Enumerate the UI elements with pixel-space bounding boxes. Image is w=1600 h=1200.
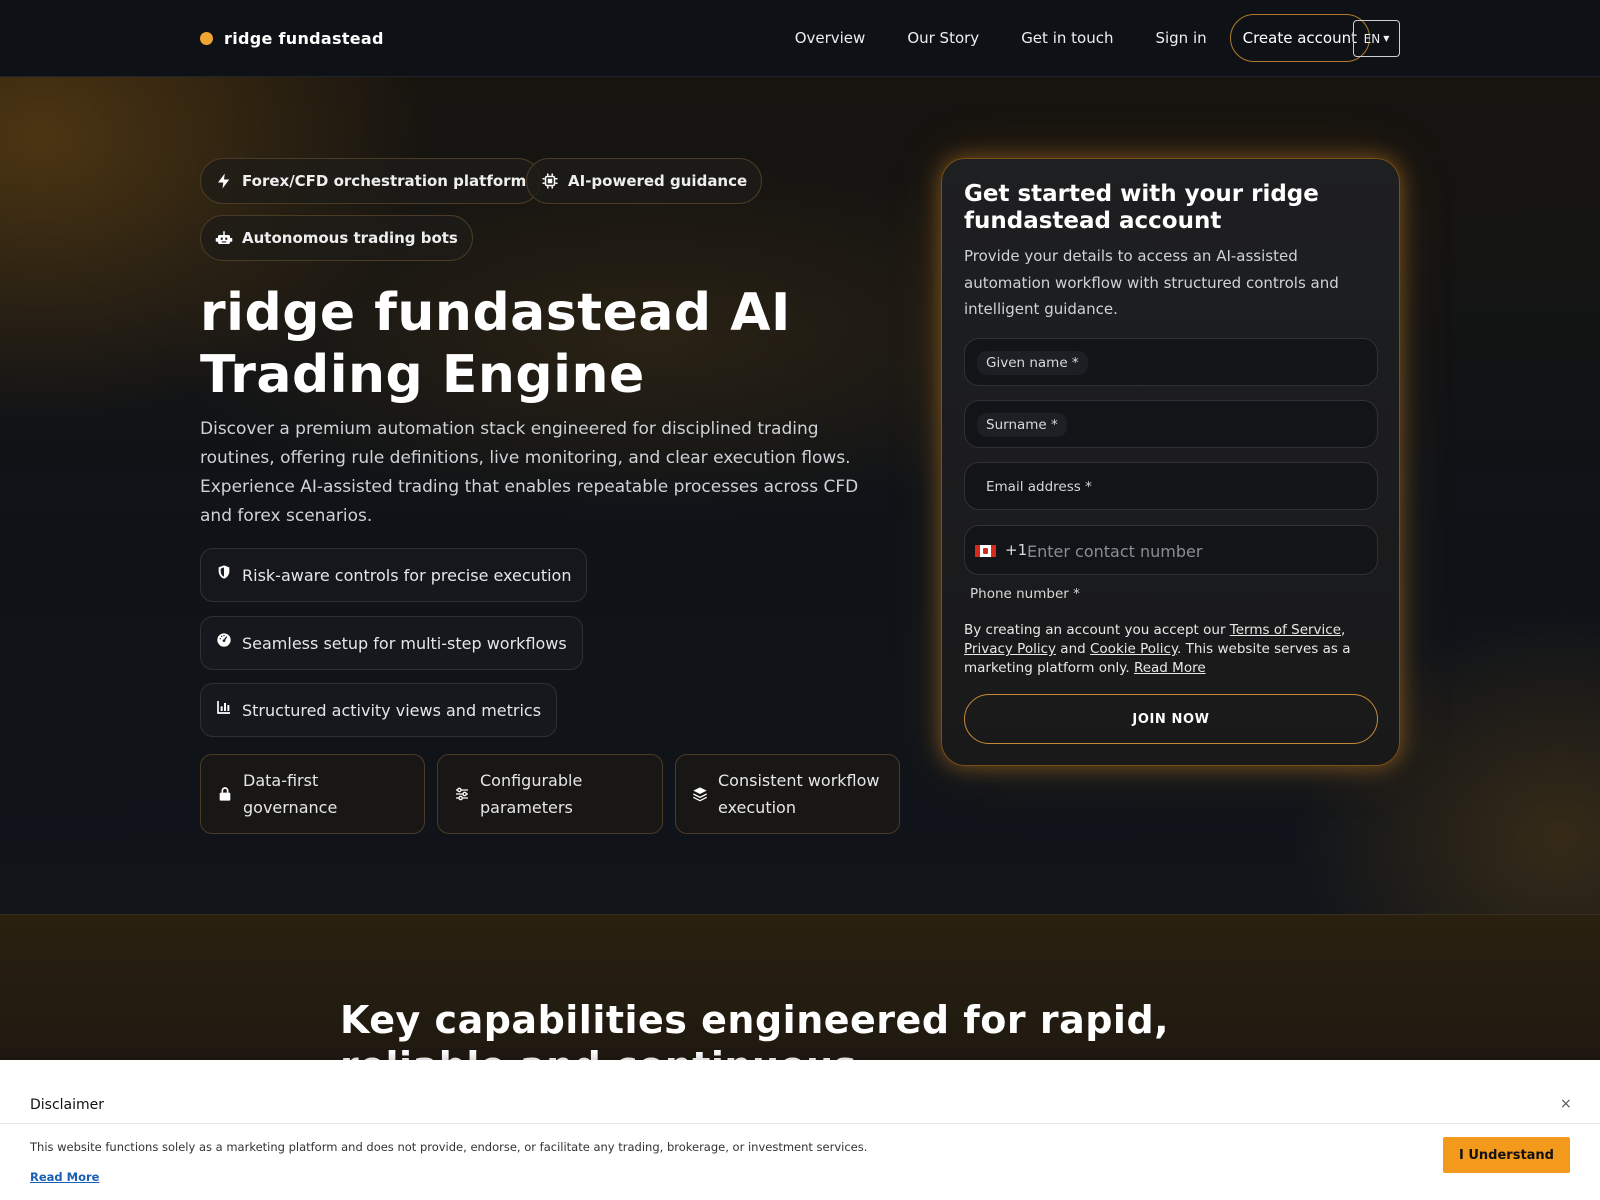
card-label: Consistent workflow execution: [718, 771, 880, 817]
badge-forex-cfd: Forex/CFD orchestration platform: [200, 158, 542, 204]
feature-seamless-setup: Seamless setup for multi-step workflows: [200, 616, 583, 670]
bolt-icon: [218, 173, 230, 189]
card-label: Configurable parameters: [480, 771, 583, 817]
badge-trading-bots: Autonomous trading bots: [200, 215, 473, 261]
disclaimer-text: This website functions solely as a marke…: [30, 1140, 868, 1154]
sliders-icon: [456, 787, 468, 801]
canada-flag-icon[interactable]: [975, 545, 996, 557]
card-configurable-parameters: Configurable parameters: [437, 754, 663, 834]
disclaimer-read-more-link[interactable]: Read More: [30, 1170, 99, 1184]
bar-chart-icon: [217, 701, 230, 714]
badge-label: Autonomous trading bots: [242, 229, 458, 247]
nav-link-overview[interactable]: Overview: [774, 29, 887, 47]
card-workflow-execution: Consistent workflow execution: [675, 754, 900, 834]
hero-title: ridge fundastead AI Trading Engine: [200, 283, 791, 405]
nav-link-our-story[interactable]: Our Story: [886, 29, 1000, 47]
card-label: Data-first governance: [243, 771, 338, 817]
brand-dot-icon: [200, 31, 213, 45]
phone-number-input[interactable]: [1027, 536, 1367, 566]
feature-risk-controls: Risk-aware controls for precise executio…: [200, 548, 588, 602]
feature-label: Risk-aware controls for precise executio…: [242, 565, 572, 585]
card-data-governance: Data-first governance: [200, 754, 425, 834]
layers-icon: [693, 787, 707, 802]
email-label: Email address *: [986, 479, 1092, 495]
feature-activity-views: Structured activity views and metrics: [200, 683, 558, 737]
close-icon[interactable]: ×: [1560, 1096, 1572, 1112]
join-now-button[interactable]: JOIN NOW: [964, 694, 1378, 744]
signup-title: Get started with your ridge fundastead a…: [964, 181, 1319, 234]
legal-prefix: By creating an account you accept our: [964, 622, 1230, 638]
read-more-link[interactable]: Read More: [1134, 660, 1206, 676]
signup-panel: Get started with your ridge fundastead a…: [941, 158, 1400, 766]
given-name-field[interactable]: Given name *: [964, 338, 1378, 386]
shield-icon: [218, 565, 230, 579]
language-code: EN: [1363, 31, 1381, 46]
legal-notice: By creating an account you accept our Te…: [964, 621, 1374, 678]
disclaimer-header: Disclaimer ×: [0, 1060, 1600, 1124]
badge-label: Forex/CFD orchestration platform: [242, 172, 527, 190]
badge-label: AI-powered guidance: [568, 172, 748, 190]
feature-label: Structured activity views and metrics: [242, 700, 542, 720]
gauge-icon: [217, 633, 231, 647]
chip-icon: [542, 173, 558, 189]
lock-icon: [219, 787, 231, 801]
surname-field[interactable]: Surname *: [964, 400, 1378, 448]
phone-field: +1: [964, 525, 1378, 575]
phone-number-label: Phone number *: [970, 586, 1080, 602]
privacy-policy-link[interactable]: Privacy Policy: [964, 641, 1056, 657]
nav-link-get-in-touch[interactable]: Get in touch: [1000, 29, 1134, 47]
create-account-button[interactable]: Create account: [1229, 14, 1370, 62]
legal-comma: ,: [1341, 622, 1346, 638]
capabilities-heading: Key capabilities engineered for rapid, r…: [340, 998, 1170, 1060]
capabilities-section: Key capabilities engineered for rapid, r…: [0, 915, 1600, 1060]
signup-subtitle: Provide your details to access an AI-ass…: [964, 247, 1339, 318]
terms-of-service-link[interactable]: Terms of Service: [1230, 622, 1341, 638]
disclaimer-banner: Disclaimer × This website functions sole…: [0, 1060, 1600, 1200]
caret-down-icon: ▼: [1383, 34, 1390, 43]
feature-label: Seamless setup for multi-step workflows: [242, 633, 567, 653]
nav-link-sign-in[interactable]: Sign in: [1134, 29, 1227, 47]
legal-and: and: [1056, 641, 1090, 657]
cookie-policy-link[interactable]: Cookie Policy: [1090, 641, 1177, 657]
brand-name: ridge fundastead: [224, 28, 384, 48]
nav-links: Overview Our Story Get in touch Sign in …: [774, 14, 1370, 62]
hero-description: Discover a premium automation stack engi…: [200, 419, 859, 526]
given-name-label: Given name *: [977, 351, 1088, 375]
disclaimer-title: Disclaimer: [30, 1097, 105, 1113]
top-navigation: ridge fundastead Overview Our Story Get …: [0, 0, 1600, 77]
surname-label: Surname *: [977, 413, 1067, 437]
email-field[interactable]: Email address *: [964, 462, 1378, 510]
country-code: +1: [1005, 541, 1028, 559]
robot-icon: [215, 231, 233, 244]
language-selector[interactable]: EN ▼: [1353, 20, 1400, 57]
i-understand-button[interactable]: I Understand: [1443, 1137, 1570, 1173]
badge-ai-guidance: AI-powered guidance: [526, 158, 763, 204]
brand-logo[interactable]: ridge fundastead: [200, 27, 384, 49]
